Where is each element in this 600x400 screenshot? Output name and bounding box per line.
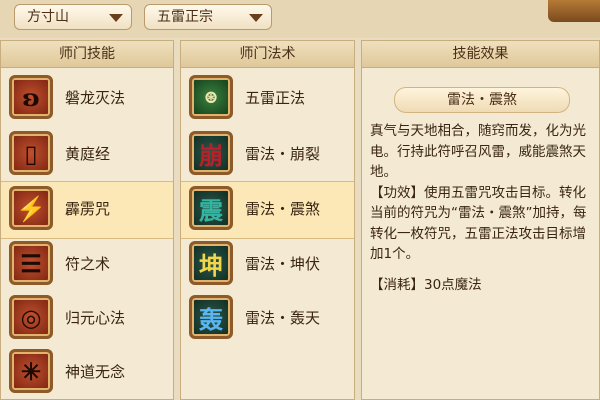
spell-label: 雷法・轰天 (245, 309, 321, 327)
skill-effect-panel: 技能效果 雷法・震煞 真气与天地相合，随窍而发，化为光电。行持此符呼召风雷，威能… (361, 40, 600, 400)
list-item-spell[interactable]: 崩 雷法・崩裂 (181, 127, 354, 183)
five-thunder-icon: ⊛ (189, 75, 233, 119)
top-bar: 方寸山 五雷正宗 (0, 0, 600, 38)
dragon-rune-icon: ʚ (9, 75, 53, 119)
list-item-skill[interactable]: ✳ 神道无念 (1, 345, 173, 399)
list-item-skill[interactable]: ◎ 归元心法 (1, 291, 173, 347)
skill-dropdown[interactable]: 五雷正宗 (144, 4, 272, 30)
skill-label: 符之术 (65, 255, 111, 273)
skill-label: 黄庭经 (65, 145, 111, 163)
talisman-rune-icon: ☰ (9, 241, 53, 285)
thunder-rune-icon: ⚡ (9, 186, 53, 230)
skill-label: 磐龙灭法 (65, 89, 126, 107)
list-item-spell[interactable]: 轰 雷法・轰天 (181, 291, 354, 347)
chevron-down-icon[interactable] (109, 14, 123, 22)
school-skills-panel: 师门技能 ʚ 磐龙灭法 ▯ 黄庭经 ⚡ 霹雳咒 ☰ 符之术 ◎ 归元心法 ✳ 神… (0, 40, 174, 400)
spell-label: 雷法・崩裂 (245, 145, 321, 163)
beng-glyph-icon: 崩 (189, 131, 233, 175)
panel-title: 技能效果 (362, 41, 599, 68)
panel-title: 师门法术 (181, 41, 354, 68)
skill-label: 归元心法 (65, 309, 126, 327)
list-item-skill[interactable]: ʚ 磐龙灭法 (1, 71, 173, 127)
cost-text: 【消耗】30点魔法 (370, 277, 482, 293)
scroll-book-icon: ▯ (9, 131, 53, 175)
kun-glyph-icon: 坤 (189, 241, 233, 285)
list-item-skill[interactable]: ☰ 符之术 (1, 237, 173, 293)
panel-title: 师门技能 (1, 41, 173, 68)
spell-label: 五雷正法 (245, 89, 306, 107)
skill-label: 神道无念 (65, 363, 126, 381)
spiral-seal-icon: ◎ (9, 295, 53, 339)
skill-description: 真气与天地相合，随窍而发，化为光电。行持此符呼召风雷，威能震煞天地。 【功效】使… (370, 121, 594, 265)
list-item-spell-selected[interactable]: 震 雷法・震煞 (181, 181, 354, 239)
branch-rune-icon: ✳ (9, 349, 53, 393)
school-dropdown[interactable]: 方寸山 (14, 4, 132, 30)
skill-dropdown-value: 五雷正宗 (157, 9, 213, 25)
hong-glyph-icon: 轰 (189, 295, 233, 339)
list-item-skill[interactable]: ▯ 黄庭经 (1, 127, 173, 183)
school-spells-panel: 师门法术 ⊛ 五雷正法 崩 雷法・崩裂 震 雷法・震煞 坤 雷法・坤伏 轰 雷法… (180, 40, 355, 400)
spell-label: 雷法・震煞 (245, 200, 321, 218)
skill-label: 霹雳咒 (65, 200, 111, 218)
effect-text: 【功效】使用五雷咒攻击目标。转化当前的符咒为“雷法・震煞”加持，每转化一枚符咒，… (370, 184, 587, 263)
description-text: 真气与天地相合，随窍而发，化为光电。行持此符呼召风雷，威能震煞天地。 (370, 123, 586, 180)
list-item-skill-selected[interactable]: ⚡ 霹雳咒 (1, 181, 173, 239)
skill-name-banner: 雷法・震煞 (394, 87, 570, 113)
list-item-spell[interactable]: 坤 雷法・坤伏 (181, 237, 354, 293)
window-frame-ornament (548, 0, 600, 22)
list-item-spell[interactable]: ⊛ 五雷正法 (181, 71, 354, 127)
school-dropdown-value: 方寸山 (27, 9, 69, 25)
zhen-glyph-icon: 震 (189, 186, 233, 230)
chevron-down-icon[interactable] (249, 14, 263, 22)
spell-label: 雷法・坤伏 (245, 255, 321, 273)
